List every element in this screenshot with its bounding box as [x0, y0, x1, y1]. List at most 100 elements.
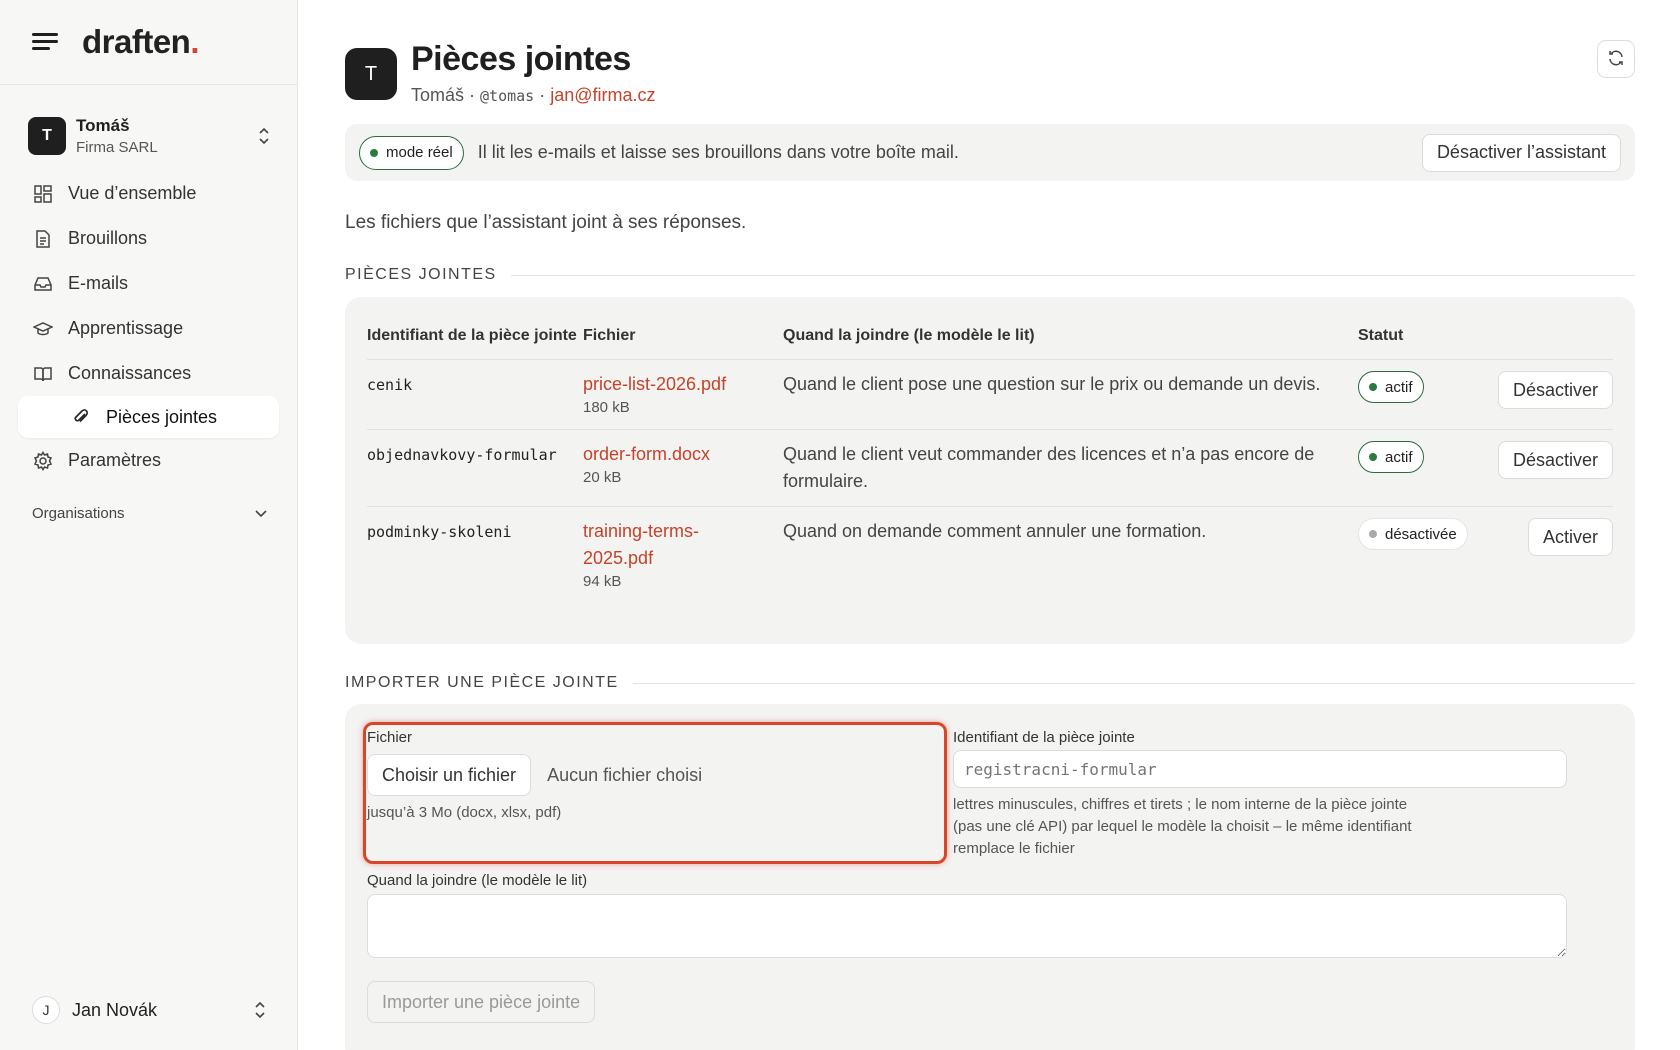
book-icon	[32, 363, 54, 385]
refresh-button[interactable]	[1597, 40, 1635, 78]
gear-icon	[32, 450, 54, 472]
attachments-table: Identifiant de la pièce jointe Fichier Q…	[367, 321, 1613, 603]
assistant-name: Tomáš	[411, 85, 465, 105]
inbox-icon	[32, 273, 54, 295]
paperclip-icon	[70, 406, 92, 428]
table-row: objednavkovy-formular order-form.docx 20…	[367, 429, 1613, 507]
attachment-file-size: 94 kB	[583, 573, 622, 590]
column-header-status: Statut	[1358, 327, 1404, 344]
user-switcher[interactable]: J Jan Novák	[32, 996, 268, 1024]
assistant-avatar: T	[345, 48, 397, 100]
page-subtitle: Tomáš · @tomas · jan@firma.cz	[411, 85, 656, 105]
attachments-table-card: Identifiant de la pièce jointe Fichier Q…	[345, 297, 1635, 644]
attachment-file-size: 20 kB	[583, 469, 622, 486]
banner-text: Il lit les e-mails et laisse ses brouill…	[477, 142, 959, 162]
organisations-section-toggle[interactable]: Organisations	[32, 505, 267, 522]
status-badge-label: actif	[1385, 378, 1413, 396]
table-row: cenik price-list-2026.pdf 180 kB Quand l…	[367, 359, 1613, 430]
brand-logo[interactable]: draften.	[82, 23, 199, 61]
deactivate-button[interactable]: Désactiver	[1497, 371, 1613, 409]
document-icon	[32, 228, 54, 250]
page-intro: Les fichiers que l’assistant joint à ses…	[345, 212, 747, 233]
chevron-down-icon	[255, 505, 267, 522]
column-header-id: Identifiant de la pièce jointe	[367, 327, 577, 344]
org-avatar: T	[28, 117, 66, 155]
upload-form: Fichier Choisir un fichier Aucun fichier…	[345, 704, 1635, 1050]
main-nav: Vue d’ensemble Brouillons E-mails Appren…	[0, 171, 297, 483]
brand-row: draften.	[0, 0, 297, 85]
status-badge: actif	[1358, 371, 1424, 403]
attachment-file-size: 180 kB	[583, 399, 630, 416]
sidebar-item-label: Pièces jointes	[106, 406, 218, 427]
sidebar-item-attachments[interactable]: Pièces jointes	[18, 396, 279, 438]
sidebar-item-label: Connaissances	[68, 363, 192, 383]
org-company: Firma SARL	[76, 139, 158, 156]
sidebar-item-emails[interactable]: E-mails	[0, 261, 297, 306]
attachment-id: podminky-skoleni	[367, 523, 512, 541]
status-badge: actif	[1358, 441, 1424, 473]
attachment-file-link[interactable]: price-list-2026.pdf	[583, 374, 726, 394]
attachment-when: Quand on demande comment annuler une for…	[783, 506, 1358, 603]
assistant-email-link[interactable]: jan@firma.cz	[550, 85, 655, 105]
main-content: T Pièces jointes Tomáš · @tomas · jan@fi…	[345, 0, 1635, 1050]
user-avatar: J	[32, 996, 60, 1024]
chevron-up-down-icon	[256, 126, 272, 146]
sidebar-item-learning[interactable]: Apprentissage	[0, 306, 297, 351]
dashboard-icon	[32, 183, 54, 205]
attachment-id-input[interactable]	[953, 750, 1567, 788]
page-header: T Pièces jointes Tomáš · @tomas · jan@fi…	[345, 40, 1635, 110]
table-row: podminky-skoleni training-terms-2025.pdf…	[367, 506, 1613, 603]
focus-highlight	[363, 722, 947, 864]
sidebar-item-drafts[interactable]: Brouillons	[0, 216, 297, 261]
column-header-actions	[1488, 321, 1613, 360]
mode-badge-label: mode réel	[386, 144, 453, 161]
status-dot-icon	[1369, 453, 1377, 461]
deactivate-button[interactable]: Désactiver	[1497, 441, 1613, 479]
status-dot-icon	[1369, 383, 1377, 391]
attachments-section-header: PIÈCES JOINTES	[345, 266, 1635, 284]
when-label: Quand la joindre (le modèle le lit)	[367, 872, 588, 889]
disable-assistant-button[interactable]: Désactiver l’assistant	[1421, 133, 1621, 172]
status-badge-label: actif	[1385, 448, 1413, 466]
attachment-when: Quand le client veut commander des licen…	[783, 429, 1358, 507]
status-badge-label: désactivée	[1385, 525, 1457, 543]
sidebar-item-settings[interactable]: Paramètres	[0, 438, 297, 483]
attachment-when: Quand le client pose une question sur le…	[783, 359, 1358, 430]
import-attachment-button[interactable]: Importer une pièce jointe	[367, 981, 596, 1023]
organisations-label: Organisations	[32, 505, 125, 522]
sidebar-item-overview[interactable]: Vue d’ensemble	[0, 171, 297, 216]
attachment-file-link[interactable]: training-terms-2025.pdf	[583, 518, 723, 572]
user-name: Jan Novák	[72, 999, 158, 1020]
upload-section-header: IMPORTER UNE PIÈCE JOINTE	[345, 674, 1635, 692]
status-badge: désactivée	[1358, 518, 1468, 550]
sidebar: draften. T Tomáš Firma SARL Vue d’ensemb…	[0, 0, 298, 1050]
refresh-icon	[1607, 49, 1625, 70]
graduation-cap-icon	[32, 318, 54, 340]
menu-icon[interactable]	[32, 31, 58, 53]
org-switcher[interactable]: T Tomáš Firma SARL	[28, 115, 272, 157]
sidebar-item-label: Brouillons	[68, 228, 148, 248]
divider	[510, 274, 1635, 276]
when-textarea[interactable]	[367, 894, 1567, 958]
sidebar-item-label: Paramètres	[68, 450, 162, 470]
id-hint-line: lettres minuscules, chiffres et tirets ;…	[953, 796, 1408, 813]
sidebar-item-knowledge[interactable]: Connaissances	[0, 351, 297, 396]
mode-badge: mode réel	[359, 135, 464, 170]
divider	[632, 682, 1635, 684]
attachment-id: objednavkovy-formular	[367, 446, 557, 464]
id-hint-line: remplace le fichier	[953, 840, 1075, 857]
activate-button[interactable]: Activer	[1527, 518, 1613, 556]
attachment-file-link[interactable]: order-form.docx	[583, 444, 710, 464]
status-dot-icon	[1369, 530, 1377, 538]
attachments-section-title: PIÈCES JOINTES	[345, 266, 497, 283]
upload-section-title: IMPORTER UNE PIÈCE JOINTE	[345, 674, 619, 691]
status-dot-icon	[370, 148, 378, 157]
attachment-id: cenik	[367, 376, 413, 394]
sidebar-item-label: E-mails	[68, 273, 129, 293]
sidebar-item-label: Vue d’ensemble	[68, 183, 197, 203]
column-header-when: Quand la joindre (le modèle le lit)	[783, 327, 1035, 344]
assistant-handle: @tomas	[480, 87, 535, 105]
org-name: Tomáš	[76, 116, 130, 135]
mode-banner: mode réel Il lit les e-mails et laisse s…	[345, 124, 1635, 181]
id-hint-line: (pas une clé API) par lequel le modèle l…	[953, 818, 1412, 835]
